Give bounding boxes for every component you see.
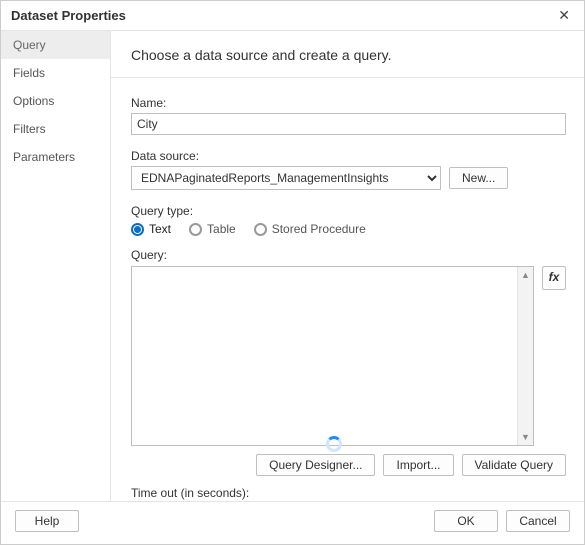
sidebar-item-label: Parameters — [13, 150, 75, 164]
scroll-down-icon[interactable]: ▼ — [518, 429, 533, 445]
main-panel: Choose a data source and create a query.… — [111, 31, 584, 501]
scroll-up-icon[interactable]: ▲ — [518, 267, 533, 283]
name-label: Name: — [131, 96, 566, 110]
new-datasource-button[interactable]: New... — [449, 167, 508, 189]
querytype-label: Query type: — [131, 204, 566, 218]
sidebar-item-parameters[interactable]: Parameters — [1, 143, 110, 171]
sidebar-item-fields[interactable]: Fields — [1, 59, 110, 87]
ok-button[interactable]: OK — [434, 510, 498, 532]
dialog-body: Query Fields Options Filters Parameters … — [1, 31, 584, 501]
radio-icon — [254, 223, 267, 236]
sidebar-item-label: Options — [13, 94, 54, 108]
querytype-radio-table[interactable]: Table — [189, 222, 236, 236]
radio-icon — [189, 223, 202, 236]
sidebar-item-filters[interactable]: Filters — [1, 115, 110, 143]
name-input[interactable] — [131, 113, 566, 135]
query-designer-button[interactable]: Query Designer... — [256, 454, 375, 476]
sidebar-item-label: Query — [13, 38, 46, 52]
sidebar-item-label: Filters — [13, 122, 46, 136]
query-label: Query: — [131, 248, 566, 262]
close-icon[interactable]: ✕ — [554, 7, 574, 24]
window-title: Dataset Properties — [11, 8, 126, 23]
sidebar-item-options[interactable]: Options — [1, 87, 110, 115]
titlebar: Dataset Properties ✕ — [1, 1, 584, 31]
querytype-radio-storedproc[interactable]: Stored Procedure — [254, 222, 366, 236]
radio-label: Stored Procedure — [272, 222, 366, 236]
datasource-label: Data source: — [131, 149, 566, 163]
sidebar: Query Fields Options Filters Parameters — [1, 31, 111, 501]
sidebar-item-label: Fields — [13, 66, 45, 80]
page-heading: Choose a data source and create a query. — [111, 31, 584, 78]
cancel-button[interactable]: Cancel — [506, 510, 570, 532]
help-button[interactable]: Help — [15, 510, 79, 532]
querytype-radio-group: Text Table Stored Procedure — [131, 222, 566, 236]
querytype-radio-text[interactable]: Text — [131, 222, 171, 236]
query-box: ▲ ▼ — [131, 266, 534, 446]
form-area: Name: Data source: EDNAPaginatedReports_… — [111, 78, 584, 501]
validate-query-button[interactable]: Validate Query — [462, 454, 567, 476]
query-textarea[interactable] — [132, 267, 517, 445]
timeout-label: Time out (in seconds): — [131, 486, 566, 500]
query-scrollbar[interactable]: ▲ ▼ — [517, 267, 533, 445]
footer: Help OK Cancel — [1, 501, 584, 540]
expression-button[interactable]: fx — [542, 266, 566, 290]
busy-cursor-icon — [326, 436, 342, 452]
datasource-select[interactable]: EDNAPaginatedReports_ManagementInsights — [131, 166, 441, 190]
import-button[interactable]: Import... — [383, 454, 453, 476]
radio-icon — [131, 223, 144, 236]
radio-label: Text — [149, 222, 171, 236]
sidebar-item-query[interactable]: Query — [1, 31, 110, 59]
radio-label: Table — [207, 222, 236, 236]
query-actions: Query Designer... Import... Validate Que… — [131, 454, 566, 476]
